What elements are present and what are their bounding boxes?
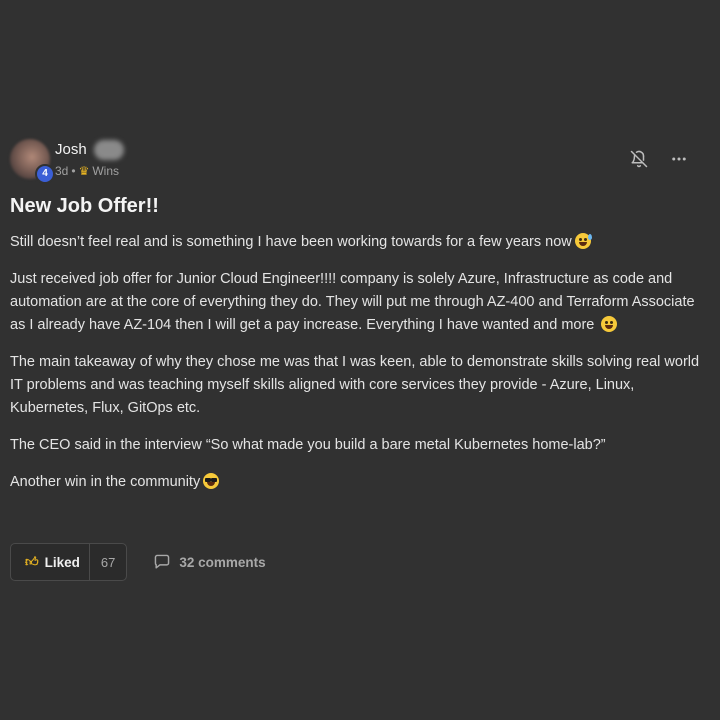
thumbs-up-icon: 👍︎ [25,554,39,569]
level-badge: 4 [35,164,55,184]
grinning-emoji-icon [601,316,618,332]
post-paragraph: Still doesn’t feel real and is something… [10,231,700,254]
sunglasses-emoji-icon [203,473,220,489]
redacted-name-blur [94,140,124,160]
paragraph-text: Another win in the community [10,474,201,490]
post-paragraph: The CEO said in the interview “So what m… [10,434,700,457]
post-header: 4 Josh 3d • ♛ Wins [10,139,700,184]
like-label: Liked [44,554,80,570]
more-horizontal-icon[interactable] [670,150,688,168]
post-actions: 👍︎ Liked 67 32 comments [10,543,266,581]
post-time: 3d [55,164,69,178]
like-count[interactable]: 67 [88,544,126,580]
comments-button[interactable]: 32 comments [153,554,266,570]
post-category[interactable]: Wins [92,164,119,178]
grinning-sweat-emoji-icon [574,233,592,249]
comments-label: 32 comments [179,554,266,570]
crown-icon: ♛ [78,164,90,178]
paragraph-text: Just received job offer for Junior Cloud… [10,271,695,333]
post-card: 4 Josh 3d • ♛ Wins New Job Offer!! Still… [10,139,700,581]
post-paragraph: The main takeaway of why they chose me w… [10,351,700,420]
post-title: New Job Offer!! [10,195,159,217]
post-body: Still doesn’t feel real and is something… [10,231,700,508]
bell-off-icon[interactable] [630,150,648,168]
meta-separator: • [71,164,76,178]
post-paragraph: Another win in the community [10,471,700,494]
like-group: 👍︎ Liked 67 [10,543,128,581]
post-paragraph: Just received job offer for Junior Cloud… [10,268,700,337]
author-name[interactable]: Josh [55,141,87,158]
like-button[interactable]: 👍︎ Liked [11,544,89,580]
comment-bubble-icon [155,554,170,569]
post-meta: 3d • ♛ Wins [55,164,119,178]
paragraph-text: The main takeaway of why they chose me w… [10,354,700,416]
paragraph-text: Still doesn’t feel real and is something… [10,234,572,250]
paragraph-text: The CEO said in the interview “So what m… [10,437,606,453]
